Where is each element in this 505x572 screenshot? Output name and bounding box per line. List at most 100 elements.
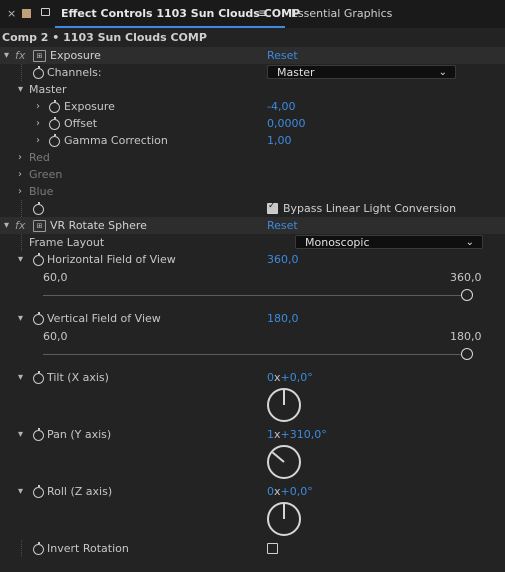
roll-value[interactable]: 0x+0,0° [267, 483, 313, 500]
channels-dropdown[interactable]: Master ⌄ [267, 65, 456, 79]
pan-revolutions: 1 [267, 428, 274, 441]
pan-degrees: +310,0° [280, 428, 327, 441]
fx-toggle[interactable]: fx [15, 217, 25, 234]
panel-menu-icon[interactable]: ≡ [258, 6, 268, 20]
panel-tab-bar: × Effect Controls 1103 Sun Clouds COMP ≡… [0, 0, 505, 28]
effect-vr-rotate-header[interactable]: ▾ fx ⊞ VR Rotate Sphere Reset [0, 217, 505, 234]
fx-toggle[interactable]: fx [15, 47, 25, 64]
chevron-down-icon: ⌄ [465, 237, 474, 248]
expand-chevron-icon[interactable]: ▾ [18, 81, 23, 98]
tab-essential-graphics[interactable]: Essential Graphics [291, 7, 392, 20]
bypass-checkbox[interactable] [267, 201, 278, 214]
param-row-offset: › Offset 0,0000 [0, 115, 505, 132]
expand-chevron-icon[interactable]: ▾ [4, 47, 9, 64]
stopwatch-icon[interactable] [49, 134, 60, 147]
tilt-row: ▾ Tilt (X axis) 0x+0,0° [0, 369, 505, 386]
frame-layout-label: Frame Layout [29, 236, 105, 249]
master-label: Master [29, 83, 67, 96]
channel-group-blue[interactable]: › Blue [0, 183, 505, 200]
hfov-label: Horizontal Field of View [47, 253, 176, 266]
tree-line [21, 540, 22, 557]
channel-label: Red [29, 151, 50, 164]
channel-label: Blue [29, 185, 54, 198]
chevron-right-icon[interactable]: › [36, 132, 40, 149]
param-label: Exposure [64, 100, 115, 113]
chevron-right-icon[interactable]: › [18, 149, 22, 166]
close-tab-icon[interactable]: × [7, 7, 16, 20]
expand-chevron-icon[interactable]: ▾ [18, 369, 23, 386]
effect-preset-icon: ⊞ [33, 220, 46, 232]
stopwatch-icon[interactable] [49, 117, 60, 130]
roll-dial[interactable] [267, 502, 301, 536]
effect-exposure-header[interactable]: ▾ fx ⊞ Exposure Reset [0, 47, 505, 64]
channels-value: Master [277, 66, 315, 79]
param-label: Offset [64, 117, 98, 130]
breadcrumb: Comp 2 • 1103 Sun Clouds COMP [2, 31, 207, 44]
effect-preset-icon: ⊞ [33, 50, 46, 62]
roll-dial-needle [283, 504, 285, 519]
stopwatch-icon[interactable] [33, 371, 44, 384]
breadcrumb-row: Comp 2 • 1103 Sun Clouds COMP [0, 29, 505, 46]
stopwatch-icon[interactable] [33, 253, 44, 266]
invert-rotation-row: Invert Rotation [0, 540, 505, 557]
roll-row: ▾ Roll (Z axis) 0x+0,0° [0, 483, 505, 500]
chevron-right-icon[interactable]: › [18, 183, 22, 200]
stopwatch-icon[interactable] [33, 428, 44, 441]
vfov-slider-track[interactable] [43, 354, 463, 355]
pan-value[interactable]: 1x+310,0° [267, 426, 327, 443]
vfov-value[interactable]: 180,0 [267, 310, 299, 327]
expand-chevron-icon[interactable]: ▾ [18, 310, 23, 327]
vfov-max: 180,0 [450, 330, 482, 343]
channel-group-green[interactable]: › Green [0, 166, 505, 183]
param-value[interactable]: 1,00 [267, 132, 292, 149]
param-value[interactable]: 0,0000 [267, 115, 306, 132]
stopwatch-icon[interactable] [33, 542, 44, 555]
vfov-min: 60,0 [43, 330, 68, 343]
panel-color-icon [22, 9, 31, 18]
channels-row: Channels: Master ⌄ [0, 64, 505, 81]
expand-chevron-icon[interactable]: ▾ [18, 426, 23, 443]
expand-chevron-icon[interactable]: ▾ [18, 483, 23, 500]
tilt-dial-needle [283, 390, 285, 405]
invert-rotation-checkbox[interactable] [267, 543, 278, 554]
tilt-dial[interactable] [267, 388, 301, 422]
pan-label: Pan (Y axis) [47, 428, 112, 441]
hfov-slider-track[interactable] [43, 295, 463, 296]
hfov-min: 60,0 [43, 271, 68, 284]
hfov-value[interactable]: 360,0 [267, 251, 299, 268]
expand-chevron-icon[interactable]: ▾ [4, 217, 9, 234]
stopwatch-icon[interactable] [33, 202, 44, 215]
master-group-row[interactable]: ▾ Master [0, 81, 505, 98]
frame-layout-dropdown[interactable]: Monoscopic ⌄ [295, 235, 483, 249]
reset-button[interactable]: Reset [267, 217, 298, 234]
hfov-row: ▾ Horizontal Field of View 360,0 [0, 251, 505, 268]
stopwatch-icon[interactable] [33, 312, 44, 325]
tilt-degrees: +0,0° [280, 371, 313, 384]
tilt-value[interactable]: 0x+0,0° [267, 369, 313, 386]
bypass-label: Bypass Linear Light Conversion [283, 202, 457, 215]
param-row-gamma: › Gamma Correction 1,00 [0, 132, 505, 149]
roll-label: Roll (Z axis) [47, 485, 113, 498]
lock-icon[interactable] [41, 8, 50, 16]
expand-chevron-icon[interactable]: ▾ [18, 251, 23, 268]
hfov-slider-knob[interactable] [461, 289, 473, 301]
pan-dial[interactable] [267, 445, 301, 479]
channels-label: Channels: [47, 66, 102, 79]
frame-layout-row: Frame Layout Monoscopic ⌄ [0, 234, 505, 251]
frame-layout-value: Monoscopic [305, 236, 370, 249]
chevron-right-icon[interactable]: › [18, 166, 22, 183]
stopwatch-icon[interactable] [33, 66, 44, 79]
param-value[interactable]: -4,00 [267, 98, 295, 115]
vfov-slider-knob[interactable] [461, 348, 473, 360]
stopwatch-icon[interactable] [33, 485, 44, 498]
hfov-max: 360,0 [450, 271, 482, 284]
chevron-right-icon[interactable]: › [36, 98, 40, 115]
stopwatch-icon[interactable] [49, 100, 60, 113]
invert-rotation-label: Invert Rotation [47, 542, 129, 555]
tree-line [21, 64, 22, 81]
chevron-right-icon[interactable]: › [36, 115, 40, 132]
vfov-row: ▾ Vertical Field of View 180,0 [0, 310, 505, 327]
channel-group-red[interactable]: › Red [0, 149, 505, 166]
reset-button[interactable]: Reset [267, 47, 298, 64]
param-row-exposure: › Exposure -4,00 [0, 98, 505, 115]
